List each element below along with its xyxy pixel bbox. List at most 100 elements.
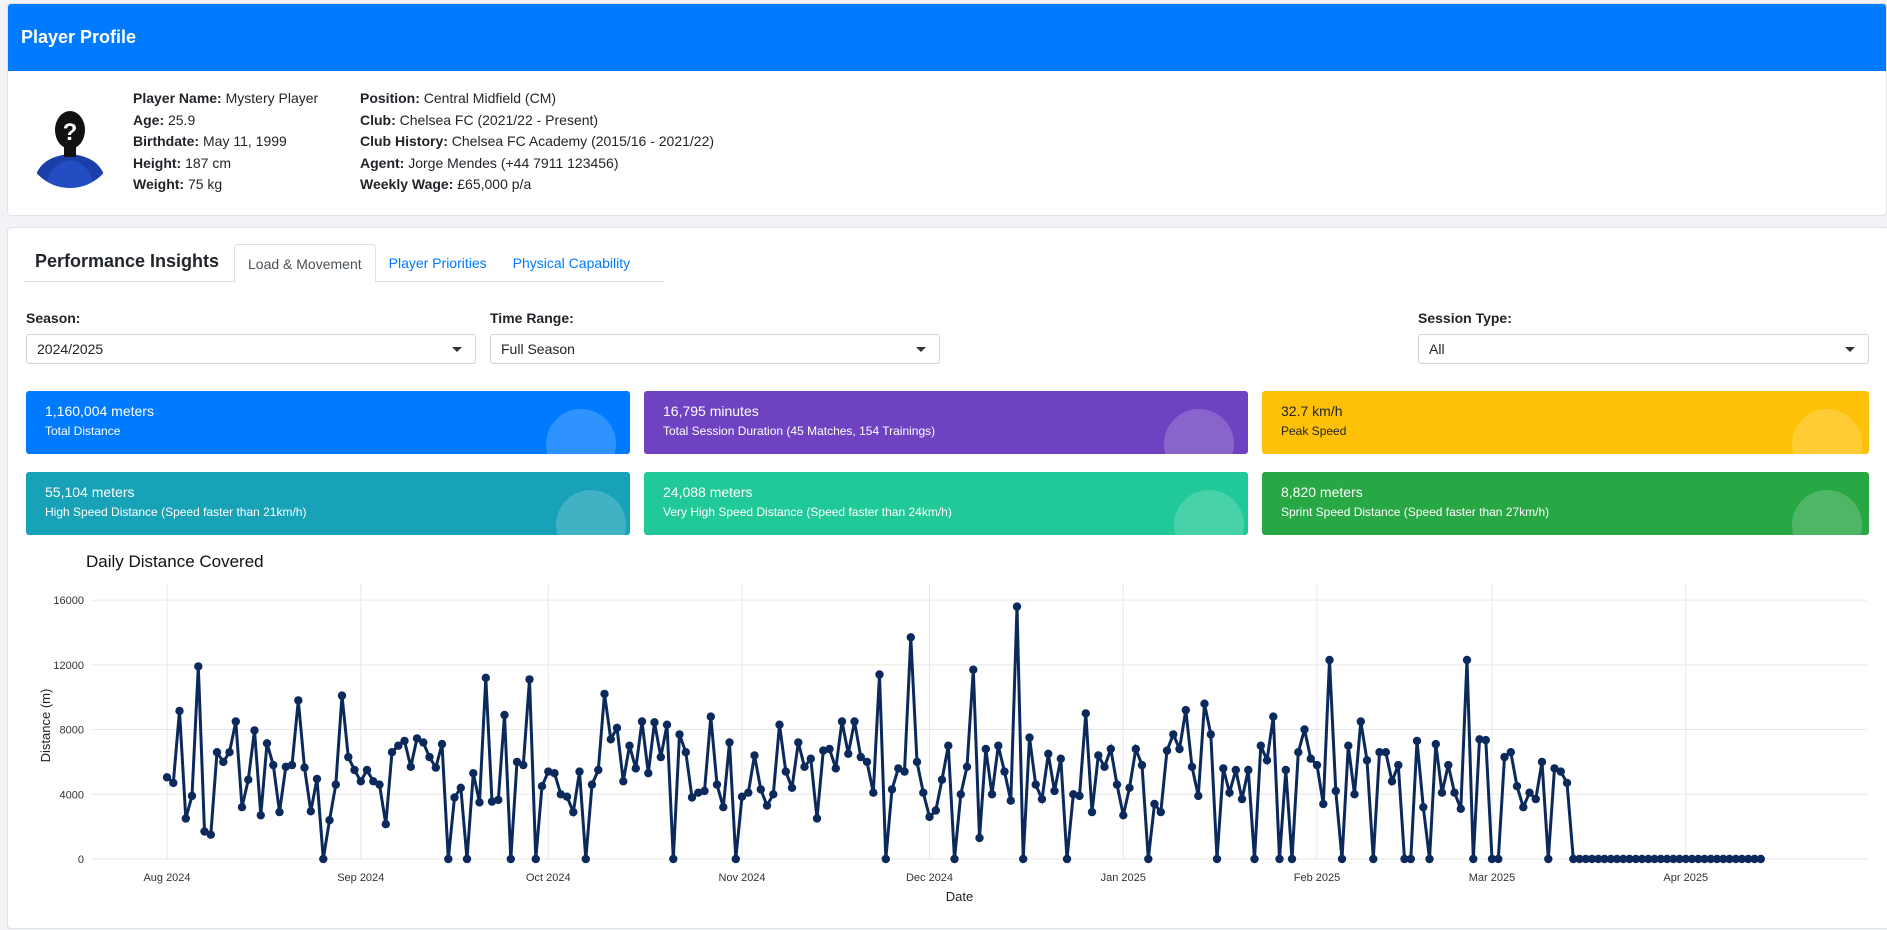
data-point <box>250 726 259 735</box>
data-point <box>706 712 715 721</box>
x-tick-label: Mar 2025 <box>1469 872 1515 884</box>
data-point <box>1137 760 1147 770</box>
session-type-select[interactable]: All <box>1418 334 1869 364</box>
speedometer-icon <box>556 490 626 535</box>
data-point <box>1469 854 1478 864</box>
data-point <box>987 790 997 799</box>
data-point <box>1481 735 1491 745</box>
data-point <box>1006 796 1015 805</box>
data-point <box>806 754 815 763</box>
data-point <box>1050 786 1059 796</box>
data-point <box>1325 655 1334 665</box>
data-point <box>362 765 372 775</box>
data-point <box>1387 777 1397 786</box>
data-point <box>456 783 465 792</box>
data-point <box>1037 794 1047 804</box>
data-point <box>719 803 728 812</box>
player-weight: 75 kg <box>187 176 223 192</box>
time-range-select[interactable]: Full Season <box>490 334 940 364</box>
data-point <box>219 757 228 767</box>
data-point <box>750 751 759 760</box>
data-point <box>419 738 428 747</box>
data-point <box>1281 765 1291 775</box>
season-select[interactable]: 2024/2025 <box>26 334 476 364</box>
data-point <box>1506 748 1516 757</box>
data-point <box>950 854 959 864</box>
x-axis-ticks: Aug 2024 Sep 2024 Oct 2024 Nov 2024 Dec 2024… <box>143 872 1708 884</box>
player-height: 187 cm <box>185 154 232 171</box>
data-point <box>262 739 272 748</box>
data-point <box>1075 791 1084 801</box>
data-point <box>994 741 1003 750</box>
data-point <box>1494 854 1503 864</box>
time-range-value: Full Season <box>501 341 575 357</box>
x-tick-label: Nov 2024 <box>718 872 765 884</box>
data-point <box>1519 803 1528 812</box>
tab-player-priorities[interactable]: Player Priorities <box>376 244 500 282</box>
player-birthdate-row: Birthdate: May 11, 1999 <box>133 133 287 149</box>
player-weight-row: Weight: 75 kg <box>133 176 223 192</box>
data-point <box>900 767 909 776</box>
data-point <box>969 665 978 674</box>
data-point <box>862 757 872 767</box>
season-label: Season: <box>26 310 81 326</box>
player-silhouette-icon: ? <box>25 98 115 188</box>
data-point <box>331 780 340 789</box>
data-point <box>206 830 215 839</box>
data-point <box>1019 854 1028 864</box>
player-wage-row: Weekly Wage: £65,000 p/a <box>360 176 532 192</box>
daily-distance-chart: Daily Distance Covered 0 4000 8000 12000 160… <box>22 550 1882 930</box>
data-point <box>581 854 590 864</box>
data-point <box>444 854 453 864</box>
data-point <box>962 762 972 771</box>
data-point <box>437 739 447 749</box>
data-point <box>212 748 222 757</box>
data-point <box>1381 748 1391 757</box>
data-point <box>537 782 547 791</box>
data-point <box>1056 754 1066 763</box>
kpi-value: 55,104 meters <box>45 484 135 500</box>
data-point <box>1300 725 1309 734</box>
data-point <box>1187 762 1197 771</box>
data-point <box>1237 794 1247 804</box>
data-point <box>400 736 409 746</box>
data-point <box>325 816 334 825</box>
bolt-icon <box>1792 409 1862 454</box>
data-point <box>162 773 172 782</box>
page: Player Profile ? Player Name: Mystery Pl… <box>7 3 1887 929</box>
data-point <box>931 806 940 815</box>
data-point <box>1256 741 1266 750</box>
data-point <box>725 738 734 747</box>
data-point <box>1450 788 1459 797</box>
data-point <box>562 792 572 801</box>
data-point <box>637 717 647 726</box>
x-tick-label: Dec 2024 <box>906 872 953 884</box>
data-point <box>937 775 947 784</box>
clock-icon <box>1164 409 1234 454</box>
data-point <box>1087 807 1097 817</box>
x-tick-label: Apr 2025 <box>1663 872 1708 884</box>
data-point <box>825 744 834 754</box>
y-tick-label: 4000 <box>60 789 84 801</box>
data-point <box>800 762 809 771</box>
profile-body: ? Player Name: Mystery Player Age: 25.9 … <box>8 71 1886 215</box>
tab-load-movement[interactable]: Load & Movement <box>234 244 376 283</box>
insights-title: Performance Insights <box>35 251 220 271</box>
data-point <box>669 854 678 864</box>
data-point <box>337 691 347 700</box>
speedometer-icon <box>1174 490 1244 535</box>
kpi-label: Total Distance <box>45 424 121 438</box>
data-point <box>844 749 853 758</box>
tab-physical-capability[interactable]: Physical Capability <box>500 244 644 282</box>
data-point <box>425 752 434 762</box>
player-club: Chelsea FC (2021/22 - Present) <box>399 111 599 128</box>
kpi-value: 16,795 minutes <box>663 403 759 419</box>
page-title: Player Profile <box>21 27 137 47</box>
data-point <box>594 765 603 775</box>
data-point <box>1100 762 1109 771</box>
data-point <box>1169 730 1178 739</box>
kpi-total-distance: 1,160,004 meters Total Distance <box>26 391 630 454</box>
svg-text:?: ? <box>63 119 78 146</box>
data-point <box>175 706 184 716</box>
kpi-label: High Speed Distance (Speed faster than 2… <box>45 505 307 519</box>
